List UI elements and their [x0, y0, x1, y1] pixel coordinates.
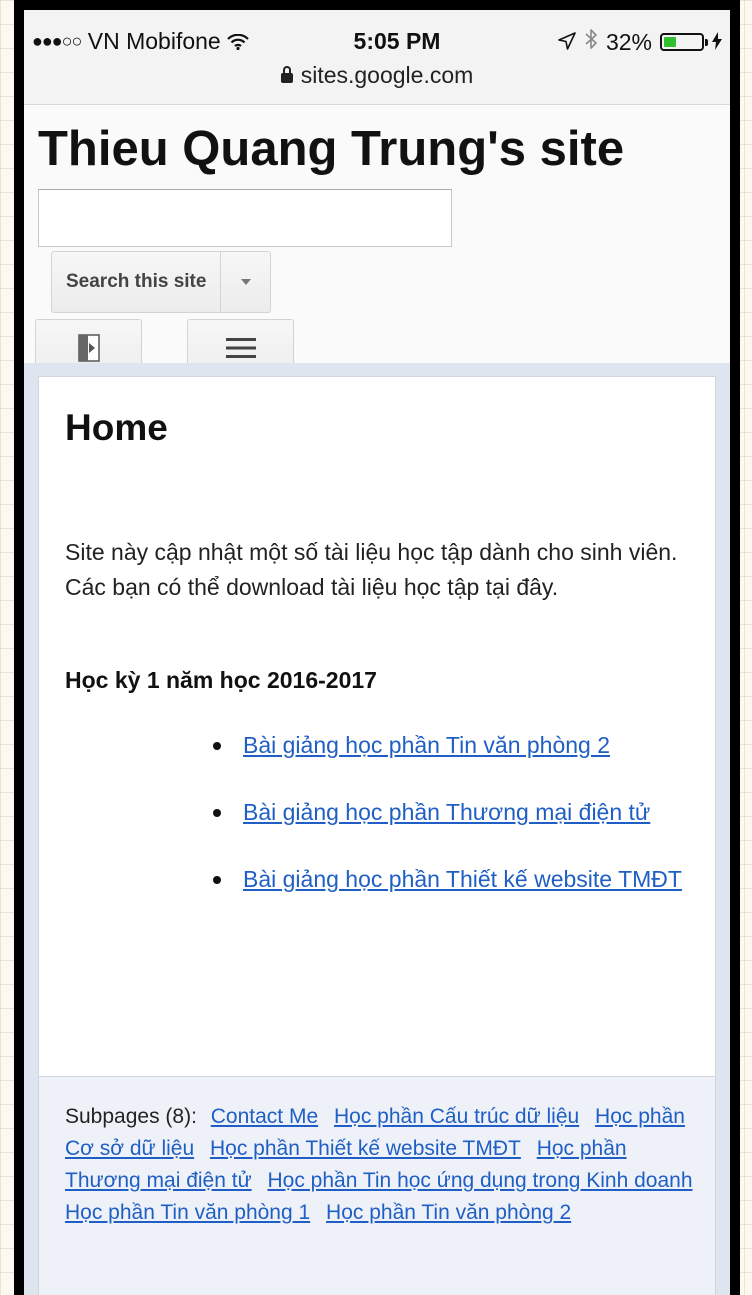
subpage-link-contact-me[interactable]: Contact Me: [211, 1105, 318, 1128]
browser-top-bar: ●●●○○ VN Mobifone 5:05 PM 32% sites.goog…: [24, 10, 730, 105]
bullet: [213, 876, 221, 884]
status-right: 32%: [558, 28, 722, 56]
search-options-dropdown[interactable]: [221, 251, 272, 313]
battery-percent: 32%: [605, 28, 652, 55]
document-list: Bài giảng học phần Tin văn phòng 2 Bài g…: [213, 729, 707, 930]
document-link-thiet-ke-website[interactable]: Bài giảng học phần Thiết kế website TMĐT: [243, 866, 682, 892]
battery-level: [664, 37, 676, 47]
list-item: Bài giảng học phần Tin văn phòng 2: [213, 729, 707, 762]
list-item: Bài giảng học phần Thương mại điện tử: [213, 796, 707, 829]
url-text: sites.google.com: [300, 62, 474, 88]
sidebar-expand-icon: [77, 333, 100, 367]
location-arrow-icon: [558, 29, 576, 56]
status-bar: ●●●○○ VN Mobifone 5:05 PM 32%: [24, 28, 730, 62]
battery-icon: [660, 33, 708, 51]
bluetooth-icon: [584, 28, 598, 56]
search-button[interactable]: Search this site: [51, 251, 222, 313]
lock-icon: [280, 66, 293, 83]
address-bar[interactable]: sites.google.com: [24, 62, 730, 89]
list-item: Bài giảng học phần Thiết kế website TMĐT: [213, 863, 707, 896]
subpages-label: Subpages (8):: [65, 1105, 197, 1128]
subpage-link-tin-van-phong-1[interactable]: Học phần Tin văn phòng 1: [65, 1201, 310, 1224]
phone-frame: ●●●○○ VN Mobifone 5:05 PM 32% sites.goog…: [14, 0, 740, 1295]
subpage-link-cau-truc-du-lieu[interactable]: Học phần Cấu trúc dữ liệu: [334, 1105, 579, 1128]
site-title[interactable]: Thieu Quang Trung's site: [38, 121, 624, 177]
document-link-thuong-mai-dien-tu[interactable]: Bài giảng học phần Thương mại điện tử: [243, 799, 650, 825]
subpage-link-tin-hoc-ung-dung[interactable]: Học phần Tin học ứng dụng trong Kinh doa…: [267, 1169, 692, 1192]
hamburger-menu-icon: [225, 337, 256, 364]
bullet: [213, 742, 221, 750]
search-input[interactable]: [38, 189, 452, 247]
subpages-list: Subpages (8): Contact Me Học phần Cấu tr…: [65, 1101, 705, 1229]
search-button-group: Search this site: [51, 251, 272, 313]
chevron-down-icon: [240, 279, 251, 285]
browser-screen: ●●●○○ VN Mobifone 5:05 PM 32% sites.goog…: [24, 10, 730, 1295]
page-title: Home: [65, 407, 168, 448]
document-link-tin-van-phong-2[interactable]: Bài giảng học phần Tin văn phòng 2: [243, 732, 610, 758]
subpage-link-thiet-ke-website[interactable]: Học phần Thiết kế website TMĐT: [210, 1137, 521, 1160]
subpages-section: Subpages (8): Contact Me Học phần Cấu tr…: [39, 1076, 715, 1295]
charging-bolt-icon: [712, 29, 722, 56]
site-header: Thieu Quang Trung's site Search this sit…: [24, 105, 730, 381]
subpage-link-tin-van-phong-2[interactable]: Học phần Tin văn phòng 2: [326, 1201, 571, 1224]
intro-paragraph: Site này cập nhật một số tài liệu học tậ…: [65, 539, 678, 600]
main-content: Home Site này cập nhật một số tài liệu h…: [38, 376, 716, 1295]
semester-heading: Học kỳ 1 năm học 2016-2017: [65, 667, 377, 693]
bullet: [213, 809, 221, 817]
